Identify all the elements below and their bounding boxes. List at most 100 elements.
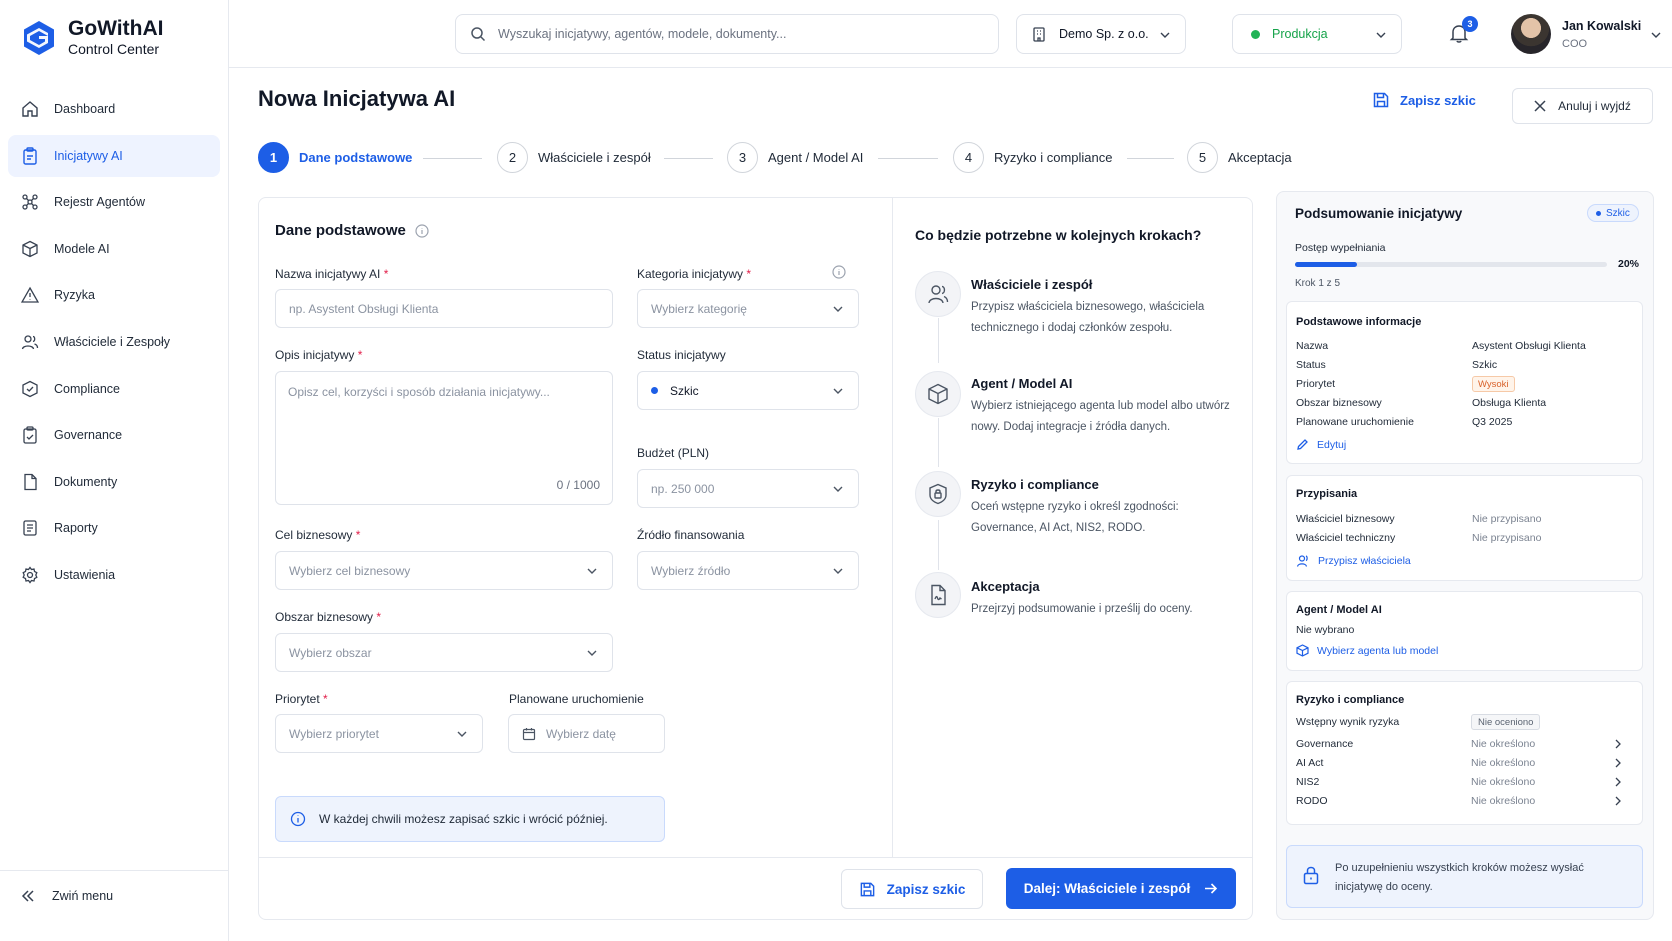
- area-label-text: Obszar biznesowy: [275, 610, 374, 624]
- business-area-select[interactable]: Wybierz obszar: [275, 633, 613, 672]
- required-marker: *: [746, 267, 752, 281]
- organization-select[interactable]: Demo Sp. z o.o.: [1016, 14, 1186, 54]
- initiative-name-placeholder: np. Asystent Obsługi Klienta: [289, 301, 439, 316]
- report-icon: [19, 517, 41, 539]
- submission-note: Po uzupełnieniu wszystkich kroków możesz…: [1286, 845, 1643, 908]
- user-role: COO: [1562, 38, 1588, 50]
- progress-bar: [1295, 262, 1607, 267]
- chevron-down-icon: [832, 483, 844, 495]
- chevron-right-icon[interactable]: [1613, 757, 1623, 769]
- sidebar-item-raporty[interactable]: Raporty: [8, 507, 220, 549]
- sidebar-item-label: Modele AI: [54, 241, 110, 256]
- next-step-title: Właściciele i zespół: [971, 277, 1093, 292]
- priority-badge: Wysoki: [1472, 376, 1515, 392]
- step-ryzyko-compliance[interactable]: 4 Ryzyko i compliance: [953, 142, 1113, 173]
- save-draft-button[interactable]: Zapisz szkic: [841, 869, 983, 909]
- area-label: Obszar biznesowy *: [275, 610, 381, 624]
- cancel-exit-button[interactable]: Anuluj i wyjdź: [1512, 88, 1653, 124]
- chevron-right-icon[interactable]: [1613, 776, 1623, 788]
- name-label-text: Nazwa inicjatywy AI: [275, 267, 381, 281]
- funding-source-select[interactable]: Wybierz źródło: [637, 551, 859, 590]
- gear-icon: [19, 564, 41, 586]
- sidebar-item-ustawienia[interactable]: Ustawienia: [8, 554, 220, 596]
- sidebar-item-label: Rejestr Agentów: [54, 195, 146, 210]
- next-step-description: Przejrzyj podsumowanie i prześlij do oce…: [971, 603, 1193, 615]
- summary-row-key: Właściciel biznesowy: [1296, 513, 1395, 525]
- environment-select[interactable]: Produkcja: [1232, 14, 1402, 54]
- arrow-right-icon: [1203, 881, 1218, 896]
- category-select[interactable]: Wybierz kategorię: [637, 289, 859, 328]
- sidebar-item-governance[interactable]: Governance: [8, 414, 220, 456]
- sidebar-item-label: Inicjatywy AI: [54, 148, 123, 163]
- step-agent-model[interactable]: 3 Agent / Model AI: [727, 142, 863, 173]
- sidebar-item-label: Ryzyka: [54, 288, 95, 303]
- funding-source-placeholder: Wybierz źródło: [651, 563, 731, 578]
- step-wlasciciele-zespol[interactable]: 2 Właściciele i zespół: [497, 142, 651, 173]
- timeline-line: [938, 520, 939, 570]
- sidebar-item-dokumenty[interactable]: Dokumenty: [8, 461, 220, 503]
- step-dane-podstawowe[interactable]: 1 Dane podstawowe: [258, 142, 412, 173]
- sidebar-item-inicjatywy[interactable]: Inicjatywy AI: [8, 134, 220, 177]
- category-label: Kategoria inicjatywy *: [637, 267, 751, 281]
- sidebar-item-ryzyka[interactable]: Ryzyka: [8, 274, 220, 316]
- description-label: Opis inicjatywy *: [275, 348, 362, 362]
- avatar[interactable]: [1511, 14, 1551, 54]
- initiative-name-input[interactable]: np. Asystent Obsługi Klienta: [275, 289, 613, 328]
- sidebar-item-label: Właściciele i Zespoły: [54, 334, 171, 349]
- summary-risk: Ryzyko i compliance Wstępny wynik ryzyka…: [1286, 681, 1643, 825]
- page-title: Nowa Inicjatywa AI: [258, 86, 456, 111]
- compliance-row-value: Nie określono: [1471, 757, 1536, 769]
- compliance-row-value: Nie określono: [1471, 795, 1536, 807]
- sidebar-item-dashboard[interactable]: Dashboard: [8, 88, 220, 130]
- sidebar-item-modele-ai[interactable]: Modele AI: [8, 228, 220, 270]
- edit-label: Edytuj: [1317, 438, 1347, 451]
- assign-owner-label: Przypisz właściciela: [1318, 555, 1411, 567]
- chevron-right-icon[interactable]: [1613, 738, 1623, 750]
- progress-bar-fill: [1295, 262, 1358, 267]
- chevron-down-icon: [456, 728, 468, 740]
- next-steps-title: Co będzie potrzebne w kolejnych krokach?: [915, 227, 1202, 243]
- select-agent-link[interactable]: Wybierz agenta lub model: [1296, 644, 1438, 657]
- agent-value: Nie wybrano: [1296, 624, 1355, 636]
- name-label: Nazwa inicjatywy AI *: [275, 267, 388, 281]
- submission-note-text: Po uzupełnieniu wszystkich kroków możesz…: [1335, 862, 1584, 893]
- status-badge: Szkic: [1587, 204, 1639, 222]
- progress-percent: 20%: [1618, 258, 1640, 270]
- sidebar-item-rejestr-agentow[interactable]: Rejestr Agentów: [8, 181, 220, 223]
- description-placeholder: Opisz cel, korzyści i sposób działania i…: [288, 385, 550, 399]
- info-icon[interactable]: [832, 265, 846, 279]
- next-step-title: Akceptacja: [971, 579, 1040, 594]
- summary-agent: Agent / Model AI Nie wybrano Wybierz age…: [1286, 591, 1643, 671]
- launch-date-input[interactable]: Wybierz datę: [508, 714, 665, 753]
- sidebar-divider: [0, 870, 229, 871]
- priority-select[interactable]: Wybierz priorytet: [275, 714, 483, 753]
- sidebar-item-wlasciciele[interactable]: Właściciele i Zespoły: [8, 321, 220, 363]
- draft-info-box: W każdej chwili możesz zapisać szkic i w…: [275, 796, 665, 842]
- required-marker: *: [383, 267, 389, 281]
- chevron-right-icon[interactable]: [1613, 795, 1623, 807]
- collapse-menu-button[interactable]: Zwiń menu: [20, 888, 113, 904]
- description-textarea[interactable]: Opisz cel, korzyści i sposób działania i…: [275, 371, 613, 505]
- assign-owner-link[interactable]: Przypisz właściciela: [1296, 554, 1411, 568]
- status-value: Szkic: [670, 383, 699, 398]
- compliance-row-value: Nie określono: [1471, 776, 1536, 788]
- chevron-down-icon: [586, 565, 598, 577]
- user-menu-chevron-icon[interactable]: [1650, 29, 1662, 41]
- user-name[interactable]: Jan Kowalski: [1562, 19, 1641, 33]
- next-step-button[interactable]: Dalej: Właściciele i zespół: [1006, 868, 1236, 909]
- goal-label: Cel biznesowy *: [275, 528, 360, 542]
- status-select[interactable]: Szkic: [637, 371, 859, 410]
- budget-input[interactable]: np. 250 000: [637, 469, 859, 508]
- sidebar-item-compliance[interactable]: Compliance: [8, 368, 220, 410]
- step-akceptacja[interactable]: 5 Akceptacja: [1187, 142, 1292, 173]
- save-draft-header-button[interactable]: Zapisz szkic: [1372, 91, 1476, 109]
- character-counter: 0 / 1000: [556, 478, 600, 492]
- section-title: Dane podstawowe: [275, 222, 429, 239]
- search-input[interactable]: Wyszukaj inicjatywy, agentów, modele, do…: [455, 14, 999, 54]
- cube-icon: [1296, 644, 1309, 657]
- app-logo[interactable]: GoWithAI Control Center: [22, 18, 163, 57]
- step-label: Właściciele i zespół: [538, 150, 651, 165]
- draft-info-text: W każdej chwili możesz zapisać szkic i w…: [319, 812, 608, 826]
- business-goal-select[interactable]: Wybierz cel biznesowy: [275, 551, 613, 590]
- edit-link[interactable]: Edytuj: [1296, 438, 1346, 451]
